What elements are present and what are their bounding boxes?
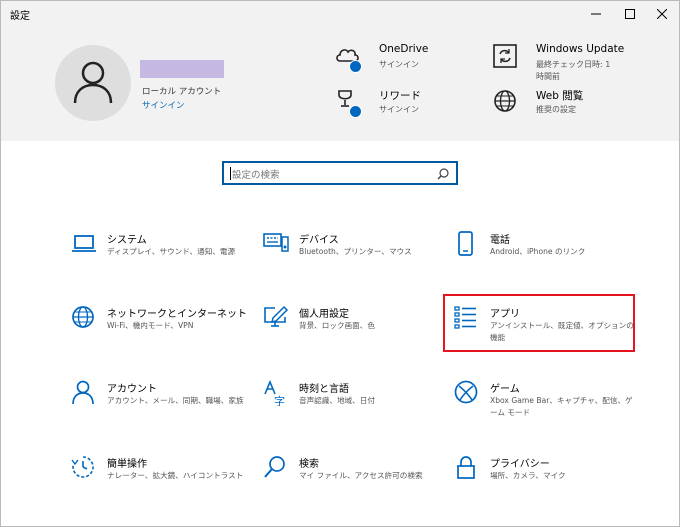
category-devices[interactable]: デバイス Bluetooth、プリンター、マウス — [263, 231, 443, 279]
globe-icon — [72, 306, 94, 328]
category-subtitle: マイ ファイル、アクセス許可の検索 — [299, 471, 423, 480]
avatar[interactable] — [55, 45, 131, 121]
title-bar: 設定 — [1, 1, 679, 27]
web-browsing-subtitle: 推奨の設定 — [536, 105, 576, 114]
minimize-icon — [591, 13, 601, 15]
web-browsing-title: Web 閲覧 — [536, 90, 584, 102]
category-title: 検索 — [299, 459, 319, 470]
search-icon[interactable] — [437, 168, 449, 180]
minimize-button[interactable] — [579, 1, 613, 27]
category-title: システム — [107, 235, 147, 246]
category-subtitle: 音声認識、地域、日付 — [299, 396, 375, 405]
xbox-icon — [454, 380, 478, 404]
account-name-redacted — [140, 60, 224, 78]
status-dot — [349, 60, 362, 73]
personalize-icon — [264, 305, 289, 327]
rewards-title: リワード — [379, 90, 421, 102]
lock-icon — [457, 456, 475, 479]
account-type: ローカル アカウント — [142, 87, 222, 97]
time-language-icon: 字 — [264, 380, 285, 406]
category-ease-of-access[interactable]: 簡単操作 ナレーター、拡大鏡、ハイコントラスト — [71, 455, 251, 503]
laptop-icon — [72, 235, 96, 252]
settings-search[interactable]: 設定の検索 — [222, 161, 458, 185]
ease-of-access-icon — [71, 456, 94, 478]
person-icon — [72, 380, 94, 405]
category-title: 電話 — [490, 235, 510, 246]
onedrive-subtitle: サインイン — [379, 60, 419, 69]
windows-update-subtitle: 最終チェック日時: 1 時間前 — [536, 60, 611, 81]
category-subtitle: Xbox Game Bar、キャプチャ、配信、ゲーム モード — [490, 396, 633, 417]
category-subtitle: アカウント、メール、同期、職場、家族 — [107, 396, 244, 405]
category-title: プライバシー — [490, 459, 550, 470]
windows-update-item[interactable]: Windows Update 最終チェック日時: 1 時間前 — [492, 43, 642, 83]
category-title: デバイス — [299, 235, 339, 246]
keyboard-icon — [263, 233, 289, 252]
rewards-item[interactable]: リワード サインイン — [335, 88, 465, 120]
maximize-button[interactable] — [613, 1, 647, 27]
search-icon — [264, 456, 285, 478]
category-search[interactable]: 検索 マイ ファイル、アクセス許可の検索 — [263, 455, 443, 503]
category-title: アカウント — [107, 384, 157, 395]
windows-update-title: Windows Update — [536, 43, 625, 55]
category-subtitle: 背景、ロック画面、色 — [299, 321, 375, 330]
category-network[interactable]: ネットワークとインターネット Wi-Fi、機内モード、VPN — [71, 305, 251, 353]
category-subtitle: ディスプレイ、サウンド、通知、電源 — [107, 247, 236, 256]
rewards-subtitle: サインイン — [379, 105, 419, 114]
phone-icon — [458, 231, 473, 256]
text-caret — [230, 167, 231, 180]
close-button[interactable] — [645, 1, 679, 27]
status-dot — [349, 105, 362, 118]
settings-window: 設定 ローカル アカウント サインイン OneDrive サインイン Windo… — [0, 0, 680, 527]
person-icon — [73, 61, 113, 104]
category-time-language[interactable]: 字 時刻と言語 音声認識、地域、日付 — [263, 380, 443, 428]
category-subtitle: Bluetooth、プリンター、マウス — [299, 247, 412, 256]
category-subtitle: ナレーター、拡大鏡、ハイコントラスト — [107, 471, 244, 480]
category-privacy[interactable]: プライバシー 場所、カメラ、マイク — [454, 455, 634, 503]
category-title: 時刻と言語 — [299, 384, 349, 395]
category-title: ゲーム — [490, 384, 520, 395]
category-title: ネットワークとインターネット — [107, 309, 247, 320]
maximize-icon — [625, 9, 635, 19]
category-title: 個人用設定 — [299, 309, 349, 320]
category-subtitle: 場所、カメラ、マイク — [490, 471, 566, 480]
search-placeholder: 設定の検索 — [232, 170, 280, 181]
globe-icon — [494, 90, 516, 112]
category-phone[interactable]: 電話 Android、iPhone のリンク — [454, 231, 634, 279]
category-gaming[interactable]: ゲーム Xbox Game Bar、キャプチャ、配信、ゲーム モード — [454, 380, 634, 428]
window-title: 設定 — [10, 11, 30, 22]
close-icon — [657, 9, 667, 19]
onedrive-title: OneDrive — [379, 43, 429, 55]
svg-text:字: 字 — [274, 394, 285, 406]
onedrive-item[interactable]: OneDrive サインイン — [335, 43, 465, 75]
category-accounts[interactable]: アカウント アカウント、メール、同期、職場、家族 — [71, 380, 251, 428]
category-system[interactable]: システム ディスプレイ、サウンド、通知、電源 — [71, 231, 251, 279]
category-personalization[interactable]: 個人用設定 背景、ロック画面、色 — [263, 305, 443, 353]
category-title: 簡単操作 — [107, 459, 147, 470]
category-subtitle: Android、iPhone のリンク — [490, 247, 586, 256]
update-icon — [493, 44, 517, 68]
category-subtitle: Wi-Fi、機内モード、VPN — [107, 321, 194, 330]
web-browsing-item[interactable]: Web 閲覧 推奨の設定 — [492, 88, 622, 120]
apps-highlight-box — [443, 294, 635, 352]
account-header: ローカル アカウント サインイン OneDrive サインイン Windows … — [1, 27, 679, 141]
account-signin-link[interactable]: サインイン — [142, 99, 185, 111]
